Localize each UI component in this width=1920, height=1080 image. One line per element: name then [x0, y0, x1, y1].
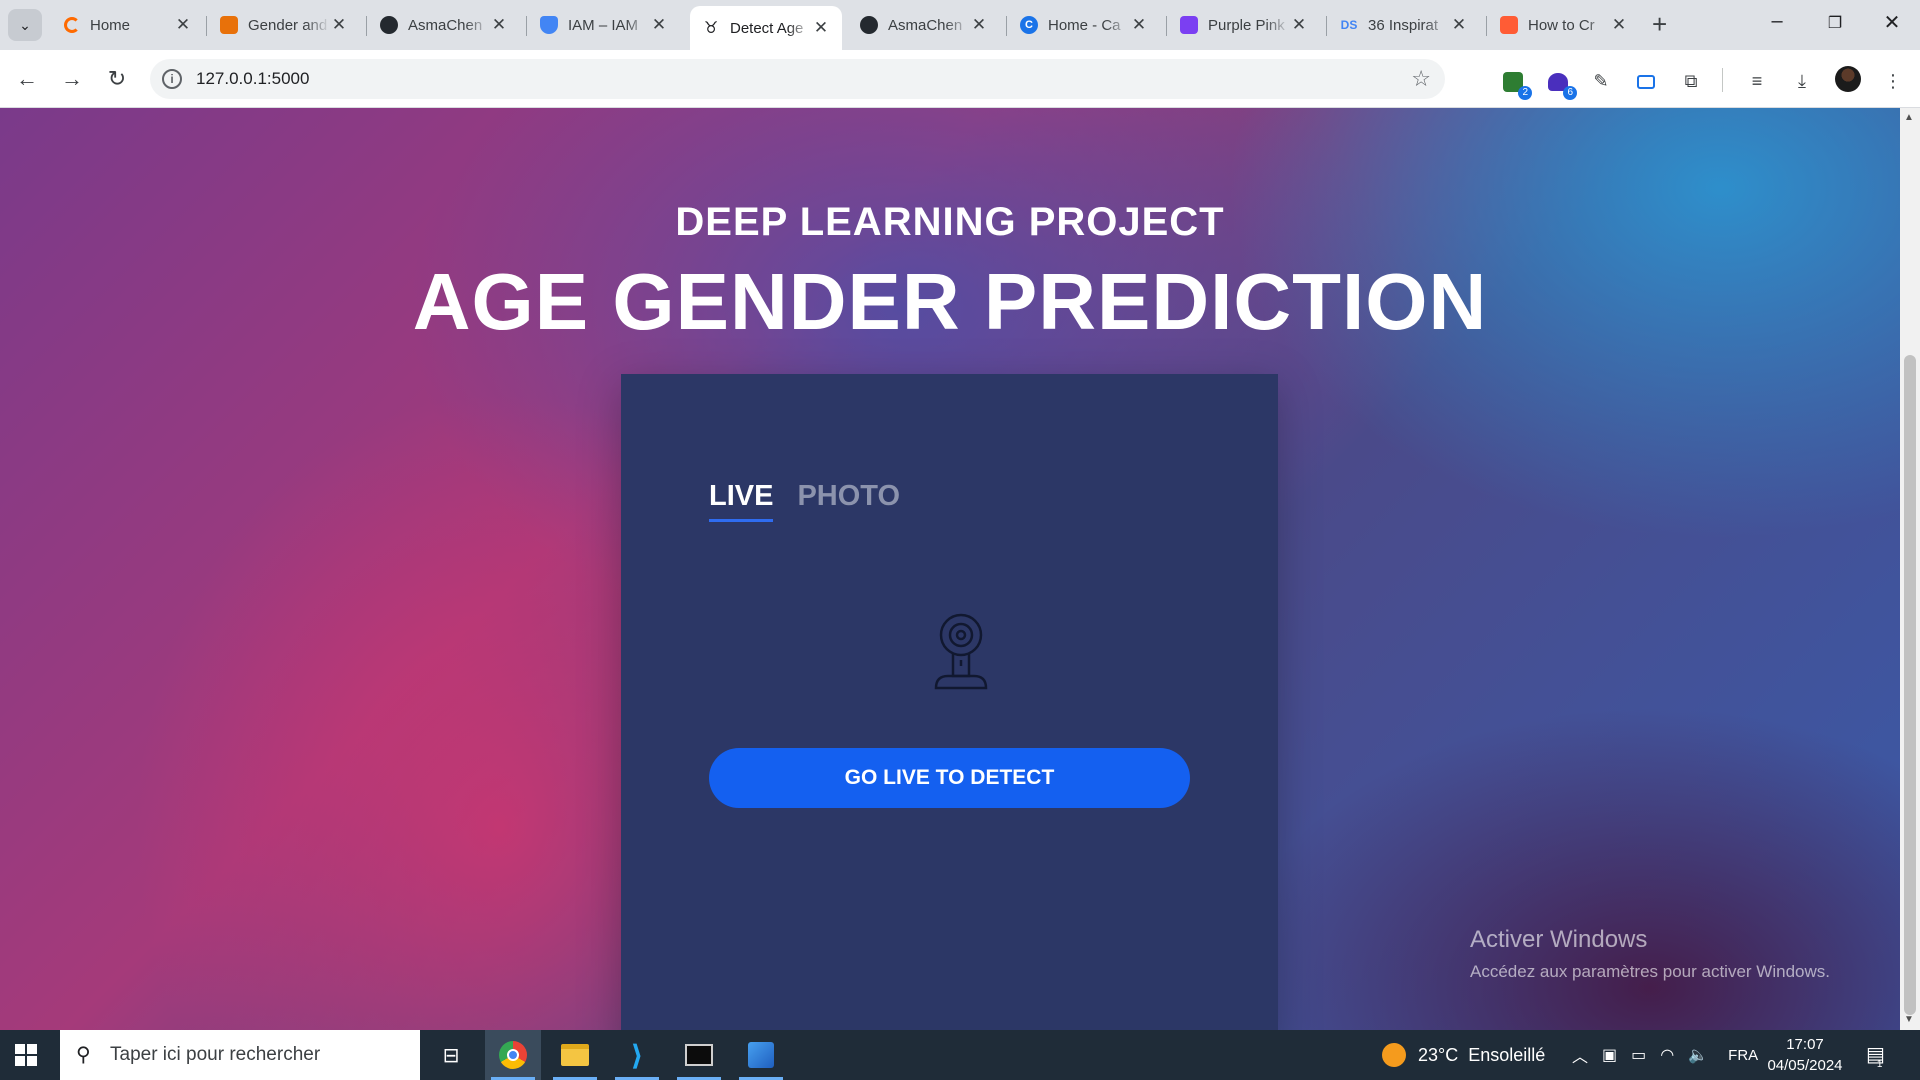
loading-favicon-icon [64, 17, 80, 33]
close-tab-icon[interactable]: ✕ [970, 15, 988, 35]
minimize-icon[interactable]: – [1762, 10, 1792, 33]
close-tab-icon[interactable]: ✕ [650, 15, 668, 35]
close-tab-icon[interactable]: ✕ [1450, 15, 1468, 35]
browser-tab[interactable]: Purple Pink ✕ [1168, 8, 1320, 42]
windows-start-icon[interactable] [15, 1044, 37, 1066]
github-favicon-icon [860, 16, 878, 34]
profile-avatar[interactable] [1835, 66, 1861, 92]
browser-tab[interactable]: How to Cr ✕ [1488, 8, 1640, 42]
chevron-up-icon[interactable]: ︿ [1572, 1043, 1588, 1067]
close-tab-icon[interactable]: ✕ [1130, 15, 1148, 35]
taskbar-search[interactable]: ⚲ Taper ici pour rechercher [60, 1030, 420, 1080]
notification-center-icon[interactable]: ▤1 [1866, 1042, 1890, 1070]
meet-now-icon[interactable]: ▣ [1602, 1045, 1617, 1065]
menu-kebab-icon[interactable]: ⋮ [1880, 68, 1906, 94]
restore-icon[interactable]: ❐ [1820, 13, 1850, 33]
github-favicon-icon [380, 16, 398, 34]
extension-green-icon[interactable]: 2 [1500, 68, 1532, 100]
browser-tab[interactable]: DS 36 Inspirat ✕ [1328, 8, 1480, 42]
page-title: AGE GENDER PREDICTION [412, 257, 1488, 346]
file-explorer-icon[interactable] [547, 1030, 603, 1080]
address-bar[interactable]: i 127.0.0.1:5000 ☆ [150, 59, 1445, 99]
webcam-icon [934, 613, 988, 690]
screen-capture-icon[interactable] [1633, 68, 1659, 94]
terminal-icon[interactable] [671, 1030, 727, 1080]
battery-icon[interactable]: ▭ [1631, 1045, 1646, 1065]
taskbar-search-placeholder: Taper ici pour rechercher [110, 1044, 321, 1065]
close-tab-icon[interactable]: ✕ [812, 18, 830, 38]
new-tab-button[interactable]: + [1652, 10, 1667, 38]
sun-icon [1382, 1043, 1406, 1067]
browser-tab-active[interactable]: ♉ Detect Age ✕ [690, 6, 842, 50]
weather-widget[interactable]: 23°C Ensoleillé [1382, 1030, 1545, 1080]
browser-tab[interactable]: AsmaChen ✕ [368, 8, 520, 42]
close-tab-icon[interactable]: ✕ [1290, 15, 1308, 35]
scroll-up-icon[interactable]: ▲ [1904, 112, 1914, 123]
canva-favicon-icon: C [1020, 16, 1038, 34]
chrome-taskbar-icon[interactable] [485, 1030, 541, 1080]
taskbar-clock[interactable]: 17:07 04/05/2024 [1760, 1034, 1850, 1076]
close-tab-icon[interactable]: ✕ [330, 15, 348, 35]
close-tab-icon[interactable]: ✕ [174, 15, 192, 35]
bookmark-star-icon[interactable]: ☆ [1411, 66, 1431, 92]
mode-tabs: LIVE PHOTO [709, 480, 900, 522]
media-control-icon[interactable]: ≡ [1744, 68, 1770, 94]
close-tab-icon[interactable]: ✕ [1610, 15, 1628, 35]
search-icon: ⚲ [76, 1044, 91, 1066]
palette-favicon-icon [1180, 16, 1198, 34]
back-icon[interactable]: ← [12, 64, 42, 94]
shield-favicon-icon [540, 16, 558, 34]
volume-icon[interactable]: 🔈 [1688, 1045, 1708, 1065]
page-viewport: DEEP LEARNING PROJECT AGE GENDER PREDICT… [0, 108, 1900, 1030]
forward-icon[interactable]: → [57, 64, 87, 94]
tab-live[interactable]: LIVE [709, 480, 774, 522]
scroll-down-icon[interactable]: ▼ [1904, 1014, 1914, 1025]
toolbar-divider [1722, 68, 1723, 92]
browser-tab[interactable]: Gender and ✕ [208, 8, 360, 42]
site-info-icon[interactable]: i [162, 69, 182, 89]
chevron-down-icon: ⌄ [19, 16, 31, 33]
puzzle-icon[interactable]: ⧉ [1678, 68, 1704, 94]
browser-tab[interactable]: IAM – IAM ✕ [528, 8, 680, 42]
download-icon[interactable]: ⤓ [1789, 68, 1815, 94]
scroll-thumb[interactable] [1904, 355, 1916, 1015]
photos-app-icon[interactable] [733, 1030, 789, 1080]
tab-search-button[interactable]: ⌄ [8, 9, 42, 41]
browser-tabstrip: ⌄ Home ✕ Gender and ✕ AsmaChen ✕ IAM – I… [0, 0, 1920, 50]
eyedropper-icon[interactable]: ✎ [1588, 68, 1614, 94]
reload-icon[interactable]: ↻ [102, 64, 132, 94]
close-window-icon[interactable]: ✕ [1877, 10, 1907, 35]
windows-taskbar: ⚲ Taper ici pour rechercher ⊟ ⟩ 23°C Ens… [0, 1030, 1920, 1080]
book-favicon-icon [220, 16, 238, 34]
ds-favicon-icon: DS [1340, 18, 1358, 32]
system-tray: ︿ ▣ ▭ ◠ 🔈 FRA [1572, 1030, 1758, 1080]
hubspot-favicon-icon [1500, 16, 1518, 34]
url-text[interactable]: 127.0.0.1:5000 [196, 69, 309, 89]
browser-tab[interactable]: Home ✕ [52, 8, 204, 42]
close-tab-icon[interactable]: ✕ [490, 15, 508, 35]
browser-tab[interactable]: C Home - Ca ✕ [1008, 8, 1160, 42]
task-view-icon[interactable]: ⊟ [423, 1030, 479, 1080]
vscode-icon[interactable]: ⟩ [609, 1030, 665, 1080]
tab-photo[interactable]: PHOTO [797, 480, 900, 522]
page-kicker: DEEP LEARNING PROJECT [675, 200, 1225, 244]
wifi-icon[interactable]: ◠ [1660, 1045, 1674, 1065]
extension-purple-icon[interactable]: 6 [1545, 68, 1577, 100]
windows-activation-watermark: Activer Windows Accédez aux paramètres p… [1470, 926, 1830, 981]
language-indicator[interactable]: FRA [1728, 1047, 1758, 1064]
browser-tab[interactable]: AsmaChen ✕ [848, 8, 1000, 42]
go-live-button[interactable]: GO LIVE TO DETECT [709, 748, 1190, 808]
browser-toolbar: ← → ↻ i 127.0.0.1:5000 ☆ 2 6 ✎ ⧉ ≡ ⤓ ⋮ [0, 50, 1920, 108]
bull-favicon-icon: ♉ [703, 20, 719, 37]
detection-card: LIVE PHOTO GO LIVE TO DETECT [621, 374, 1278, 1030]
page-scrollbar[interactable]: ▲ ▼ [1900, 108, 1920, 1030]
